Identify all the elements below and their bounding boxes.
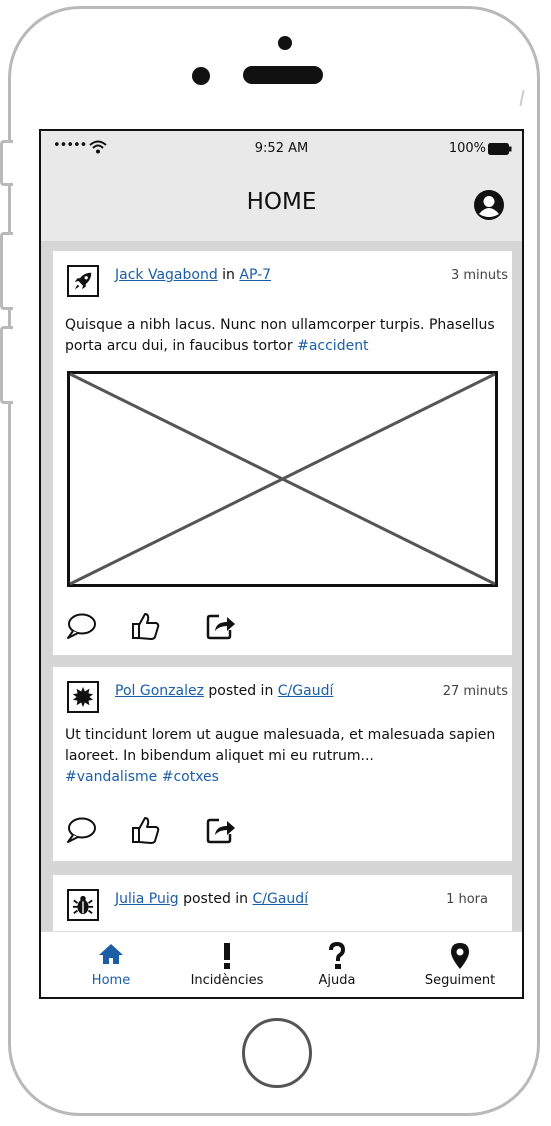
post-connector: in xyxy=(222,267,235,283)
post-time: 3 minuts xyxy=(450,268,508,283)
tab-home[interactable]: Home xyxy=(71,932,151,997)
post-location-link[interactable]: AP-7 xyxy=(239,267,271,283)
thumbs-up-icon[interactable] xyxy=(131,611,161,641)
post-body: Ut tincidunt lorem ut augue malesuada, e… xyxy=(65,727,496,764)
user-circle-icon[interactable] xyxy=(473,189,505,221)
battery-percent: 100% xyxy=(448,141,486,156)
post-image-placeholder[interactable] xyxy=(67,371,498,587)
post-card: Pol Gonzalez posted in C/Gaudí 27 minuts… xyxy=(53,667,512,861)
post-body: Quisque a nibh lacus. Nunc non ullamcorp… xyxy=(65,317,495,354)
post-connector: posted in xyxy=(183,891,249,907)
burst-icon xyxy=(72,686,94,708)
post-time: 1 hora xyxy=(446,892,488,907)
post-author-link[interactable]: Julia Puig xyxy=(115,891,179,907)
home-icon xyxy=(99,944,123,964)
rocket-icon xyxy=(74,272,92,290)
earpiece-speaker xyxy=(243,66,323,84)
post-connector: posted in xyxy=(208,683,274,699)
post-avatar[interactable] xyxy=(67,265,99,297)
tab-incidencies[interactable]: Incidències xyxy=(177,932,277,997)
post-avatar[interactable] xyxy=(67,681,99,713)
hardware-home-button[interactable] xyxy=(242,1018,312,1088)
comment-icon[interactable] xyxy=(65,815,97,845)
front-camera xyxy=(278,36,292,50)
thumbs-up-icon[interactable] xyxy=(131,815,161,845)
page-title: HOME xyxy=(246,189,317,215)
post-card: Jack Vagabond in AP-7 3 minuts Quisque a… xyxy=(53,251,512,655)
comment-icon[interactable] xyxy=(65,611,97,641)
volume-down-button xyxy=(0,326,13,404)
post-author-link[interactable]: Jack Vagabond xyxy=(115,267,218,283)
tab-label: Home xyxy=(91,973,131,988)
post-text: Quisque a nibh lacus. Nunc non ullamcorp… xyxy=(65,315,502,357)
tab-bar: Home Incidències Ajuda Seguiment xyxy=(41,931,522,997)
post-header: Jack Vagabond in AP-7 xyxy=(115,267,271,283)
post-text: Ut tincidunt lorem ut augue malesuada, e… xyxy=(65,725,502,788)
tab-ajuda[interactable]: Ajuda xyxy=(297,932,377,997)
post-time: 27 minuts xyxy=(442,684,508,699)
post-location-link[interactable]: C/Gaudí xyxy=(253,891,309,907)
proximity-sensor xyxy=(192,67,210,85)
map-pin-icon xyxy=(451,943,469,969)
mute-switch xyxy=(0,140,13,186)
tab-seguiment[interactable]: Seguiment xyxy=(415,932,505,997)
bug-icon xyxy=(72,895,94,915)
post-avatar[interactable] xyxy=(67,889,99,921)
post-location-link[interactable]: C/Gaudí xyxy=(278,683,334,699)
battery-icon xyxy=(488,143,512,155)
share-icon[interactable] xyxy=(205,611,237,641)
post-hashtags[interactable]: #vandalisme #cotxes xyxy=(65,767,502,788)
post-header: Julia Puig posted in C/Gaudí xyxy=(115,891,308,907)
app-screen: ••••• 9:52 AM 100% HOME Jack Vagabond in… xyxy=(39,129,524,999)
share-icon[interactable] xyxy=(205,815,237,845)
post-hashtags[interactable]: #accident xyxy=(297,338,368,354)
tab-label: Ajuda xyxy=(318,973,356,988)
post-header: Pol Gonzalez posted in C/Gaudí xyxy=(115,683,333,699)
exclamation-icon xyxy=(224,943,230,969)
volume-up-button xyxy=(0,232,13,310)
nav-bar: HOME xyxy=(41,165,522,241)
status-bar: ••••• 9:52 AM 100% xyxy=(41,131,522,165)
tab-label: Seguiment xyxy=(424,973,496,988)
question-icon xyxy=(329,942,346,969)
post-author-link[interactable]: Pol Gonzalez xyxy=(115,683,204,699)
tab-label: Incidències xyxy=(190,973,264,988)
